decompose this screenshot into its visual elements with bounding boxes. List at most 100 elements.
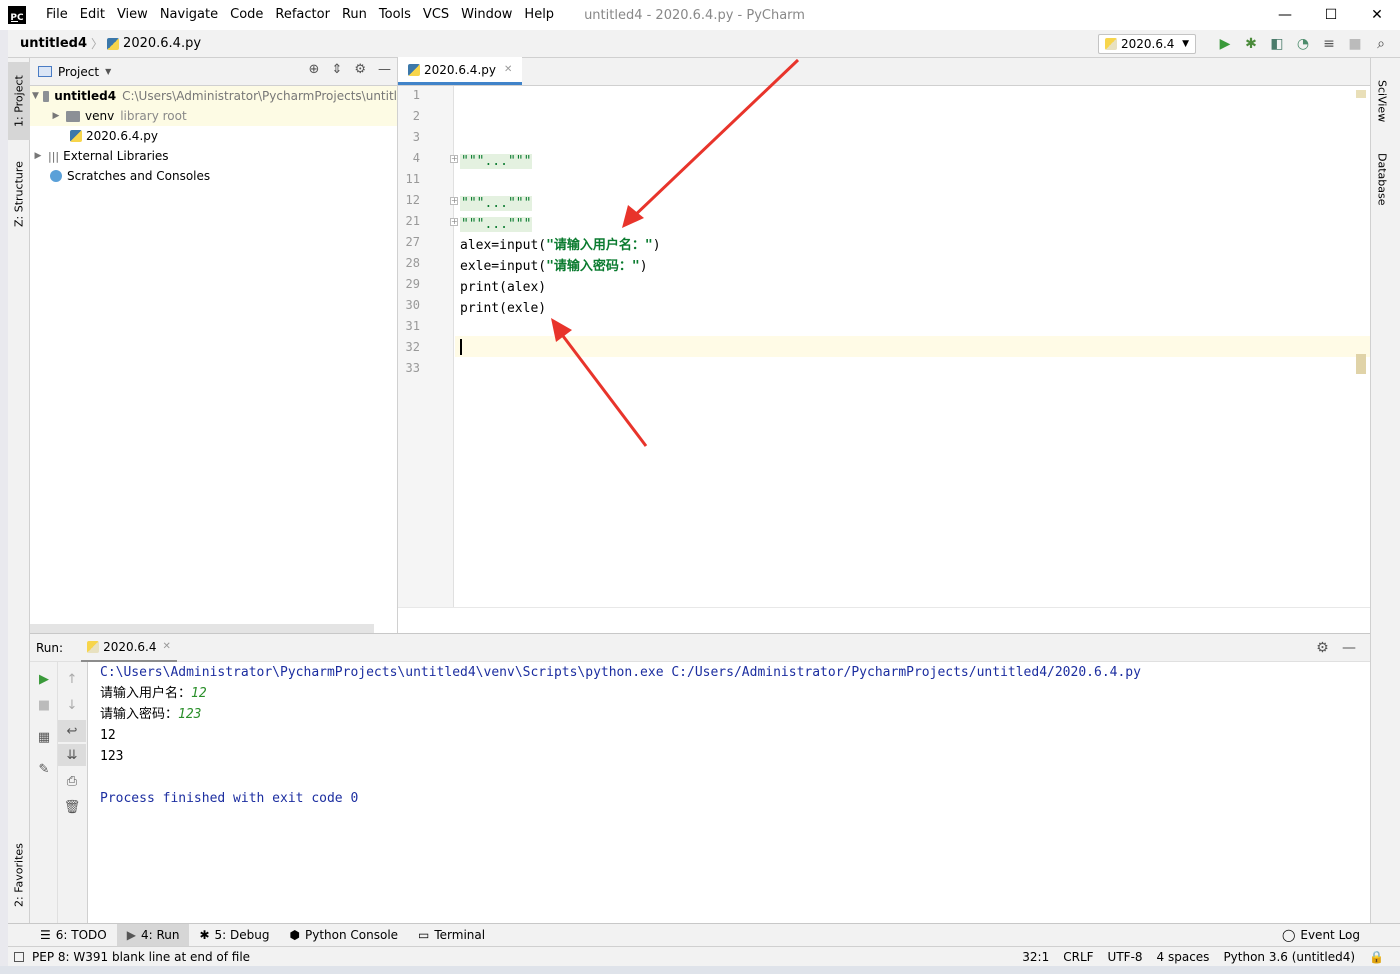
scroll-to-end-icon[interactable]: ⇊ (58, 744, 86, 766)
code-area[interactable]: """...""" """...""" """...""" alex=input… (455, 86, 1370, 607)
collapse-all-icon[interactable]: ⇕ (331, 62, 342, 77)
close-tab-icon[interactable]: ✕ (504, 64, 512, 75)
run-icon[interactable]: ▶ (1216, 34, 1234, 54)
python-file-icon (107, 37, 120, 50)
expand-caret-icon[interactable]: ▶ (50, 111, 62, 121)
menu-refactor[interactable]: Refactor (269, 0, 336, 30)
search-icon[interactable]: ⌕ (1372, 34, 1390, 54)
menu-edit[interactable]: Edit (74, 0, 111, 30)
tree-row-external-libraries[interactable]: ▶ ||| External Libraries (30, 146, 397, 166)
horizontal-scrollbar[interactable] (30, 624, 374, 633)
concurrency-icon[interactable]: ≡ (1320, 34, 1338, 54)
status-panel-toggle-icon[interactable] (14, 951, 24, 962)
indent-setting[interactable]: 4 spaces (1157, 950, 1210, 964)
menu-file[interactable]: File (40, 0, 74, 30)
tree-row-scratches[interactable]: Scratches and Consoles (30, 166, 397, 186)
status-bar: PEP 8: W391 blank line at end of file 32… (8, 946, 1400, 966)
rerun-icon[interactable]: ▶ (30, 668, 58, 690)
folded-docstring[interactable]: """...""" (460, 217, 533, 232)
tab-favorites[interactable]: 2: Favorites (8, 832, 30, 918)
menu-navigate[interactable]: Navigate (154, 0, 224, 30)
menu-tools[interactable]: Tools (373, 0, 417, 30)
run-config-label: 2020.6.4 (1121, 37, 1175, 51)
project-view-icon (38, 66, 52, 77)
stop-icon[interactable]: ■ (30, 694, 58, 716)
run-panel-header: Run: 2020.6.4 ✕ ⚙ — (30, 634, 1370, 662)
menu-run[interactable]: Run (336, 0, 373, 30)
expand-caret-icon[interactable]: ▶ (32, 151, 44, 161)
down-arrow-icon[interactable]: ↓ (58, 694, 86, 716)
error-stripe-marker[interactable] (1356, 354, 1366, 374)
folded-docstring[interactable]: """...""" (460, 154, 533, 169)
pin-icon[interactable]: ✎ (30, 758, 58, 780)
tab-debug[interactable]: ✱ 5: Debug (189, 924, 279, 947)
run-config-select[interactable]: 2020.6.4 ▼ (1098, 34, 1196, 54)
root-path: C:\Users\Administrator\PycharmProjects\u… (122, 89, 397, 103)
file-encoding[interactable]: UTF-8 (1108, 950, 1143, 964)
run-toolbar-primary: ▶ ■ ▦ ✎ (30, 662, 58, 924)
line-number: 2 (412, 109, 420, 123)
gear-icon[interactable]: ⚙ — (1316, 640, 1356, 656)
up-arrow-icon[interactable]: ↑ (58, 668, 86, 690)
folded-docstring[interactable]: """...""" (460, 196, 533, 211)
close-tab-icon[interactable]: ✕ (163, 641, 171, 652)
menu-vcs[interactable]: VCS (417, 0, 455, 30)
lock-icon[interactable]: 🔒 (1369, 950, 1384, 964)
menu-help[interactable]: Help (518, 0, 560, 30)
tab-todo[interactable]: ☰ 6: TODO (30, 924, 117, 947)
editor-tab-bar: 2020.6.4.py ✕ (398, 57, 1370, 86)
line-separator[interactable]: CRLF (1063, 950, 1093, 964)
run-panel: Run: 2020.6.4 ✕ ⚙ — ▶ ■ ▦ ✎ ↑ ↓ ↩ ⇊ ⎙ 🗑 … (30, 633, 1370, 924)
stop-icon[interactable]: ■ (1346, 34, 1364, 54)
tab-terminal[interactable]: ▭ Terminal (408, 924, 495, 947)
console-command-line: C:\Users\Administrator\PycharmProjects\u… (100, 665, 1141, 680)
close-button[interactable]: ✕ (1354, 0, 1400, 30)
locate-icon[interactable]: ⊕ (309, 62, 320, 77)
file-label: 2020.6.4.py (86, 129, 158, 143)
menu-bar: File Edit View Navigate Code Refactor Ru… (40, 0, 560, 30)
layout-icon[interactable]: ▦ (30, 726, 58, 748)
console-output[interactable]: C:\Users\Administrator\PycharmProjects\u… (88, 662, 1370, 924)
tree-row-file[interactable]: 2020.6.4.py (30, 126, 397, 146)
breadcrumb-file[interactable]: 2020.6.4.py (123, 36, 201, 51)
menu-view[interactable]: View (111, 0, 154, 30)
python-file-icon (70, 130, 82, 142)
status-message[interactable]: PEP 8: W391 blank line at end of file (32, 950, 250, 964)
cursor-position[interactable]: 32:1 (1022, 950, 1049, 964)
breadcrumb-separator: 〉 (91, 37, 104, 51)
tab-run[interactable]: ▶ 4: Run (116, 923, 190, 947)
minimize-button[interactable]: — (1262, 0, 1308, 30)
interpreter-setting[interactable]: Python 3.6 (untitled4) (1223, 950, 1355, 964)
breadcrumb-project[interactable]: untitled4 (8, 36, 87, 51)
menu-window[interactable]: Window (455, 0, 518, 30)
debug-icon: ✱ (199, 928, 210, 942)
right-tool-stripe: SciView Database (1370, 58, 1392, 923)
window-bottom-edge (0, 966, 1400, 974)
profile-icon[interactable]: ◔ (1294, 34, 1312, 54)
trash-icon[interactable]: 🗑 (58, 796, 86, 818)
hide-icon[interactable]: — (378, 62, 391, 77)
editor-panel: 2020.6.4.py ✕ 1 2 3 4 11 12 21 27 28 29 … (398, 57, 1370, 633)
menu-code[interactable]: Code (224, 0, 269, 30)
tab-run-config[interactable]: 2020.6.4 ✕ (81, 634, 177, 662)
error-stripe-marker[interactable] (1356, 90, 1366, 98)
tab-python-console[interactable]: ⬢ Python Console (280, 924, 409, 947)
tab-sciview[interactable]: SciView (1371, 66, 1393, 136)
project-view-select[interactable]: Project (58, 65, 99, 79)
tab-project[interactable]: 1: Project (8, 62, 30, 140)
tab-structure[interactable]: Z: Structure (8, 150, 30, 238)
coverage-icon[interactable]: ◧ (1268, 34, 1286, 54)
tree-row-root[interactable]: ▼ untitled4 C:\Users\Administrator\Pycha… (30, 86, 397, 106)
venv-hint: library root (120, 109, 187, 123)
maximize-button[interactable]: ☐ (1308, 0, 1354, 30)
tab-editor-file[interactable]: 2020.6.4.py ✕ (398, 57, 523, 85)
chevron-down-icon[interactable]: ▼ (105, 67, 111, 76)
tab-database[interactable]: Database (1371, 144, 1393, 214)
tab-event-log[interactable]: ◯ Event Log (1272, 924, 1370, 947)
tree-row-venv[interactable]: ▶ venv library root (30, 106, 397, 126)
debug-icon[interactable]: ✱ (1242, 34, 1260, 54)
soft-wrap-icon[interactable]: ↩ (58, 720, 86, 742)
expand-caret-icon[interactable]: ▼ (32, 91, 39, 101)
print-icon[interactable]: ⎙ (58, 770, 86, 792)
gear-icon[interactable]: ⚙ (354, 62, 366, 77)
